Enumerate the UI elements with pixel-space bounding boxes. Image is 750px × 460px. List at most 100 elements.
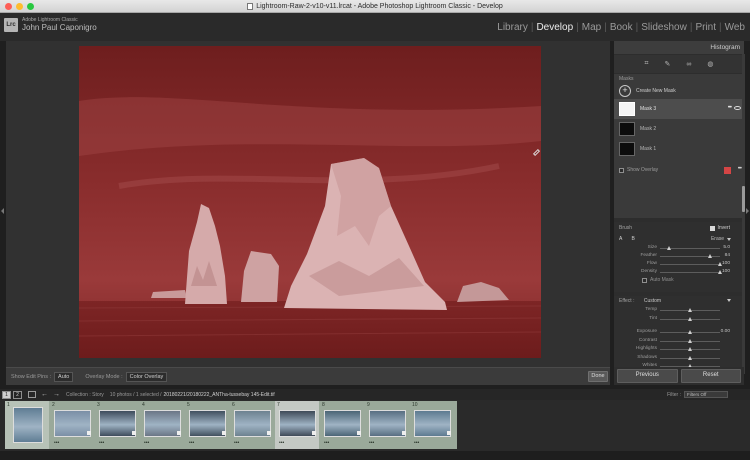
grid-view-icon[interactable] — [28, 391, 36, 398]
secondary-window-button[interactable]: 2 — [13, 390, 22, 399]
selected-filename[interactable]: 20180221/20180222_ANTha-tussebay 145-Edi… — [164, 392, 275, 398]
slider-feather[interactable]: Feather 84 — [614, 252, 744, 260]
slider-value[interactable]: 84 — [725, 253, 730, 258]
slider-size[interactable]: Size 5.0 — [614, 244, 744, 252]
mask-item[interactable]: Mask 3 ••• — [614, 99, 744, 119]
thumbnail-image[interactable] — [234, 410, 271, 437]
erase-button[interactable]: Erase — [711, 235, 724, 244]
masking-tool-icon[interactable]: ◍ — [707, 60, 713, 68]
healing-tool-icon[interactable]: ✎ — [664, 60, 670, 68]
previous-button[interactable]: Previous — [617, 369, 678, 383]
slider-track[interactable] — [660, 355, 720, 360]
thumbnail-image[interactable] — [13, 407, 43, 443]
module-print[interactable]: Print — [694, 22, 717, 33]
reset-button[interactable]: Reset — [680, 369, 741, 383]
filmstrip-thumbnail[interactable]: 5 ••• — [185, 401, 229, 449]
filter-dropdown[interactable]: Filters Off — [684, 391, 728, 398]
photo-with-mask-overlay[interactable] — [79, 46, 541, 358]
slider-thumb[interactable] — [687, 308, 692, 312]
module-book[interactable]: Book — [609, 22, 634, 33]
thumbnail-image[interactable] — [324, 410, 361, 437]
filmstrip-thumbnail[interactable]: 10 ••• — [410, 401, 454, 449]
module-map[interactable]: Map — [581, 22, 602, 33]
thumbnail-image[interactable] — [279, 410, 316, 437]
slider-shadows[interactable]: Shadows — [614, 354, 744, 363]
minimize-window-button[interactable] — [16, 3, 23, 10]
image-canvas[interactable] — [6, 41, 610, 367]
slider-thumb[interactable] — [687, 355, 692, 360]
overlay-color-swatch[interactable] — [724, 167, 731, 174]
auto-mask-checkbox[interactable] — [642, 278, 647, 283]
right-panel-scrollbar[interactable] — [742, 54, 745, 374]
mask-item[interactable]: Mask 2 — [614, 119, 744, 139]
filmstrip-thumbnail[interactable]: 6 ••• — [230, 401, 274, 449]
filmstrip-thumbnail[interactable]: 3 ••• — [95, 401, 139, 449]
thumbnail-image[interactable] — [189, 410, 226, 437]
thumbnail-image[interactable] — [414, 410, 451, 437]
slider-exposure[interactable]: Exposure 0.00 — [614, 328, 744, 337]
left-panel-toggle-icon[interactable] — [1, 208, 4, 214]
brush-options-chevron-icon[interactable] — [727, 238, 731, 241]
slider-thumb[interactable] — [687, 330, 692, 334]
forward-arrow-icon[interactable]: → — [53, 391, 60, 398]
show-edit-pins-dropdown[interactable]: Auto — [54, 371, 74, 382]
slider-track[interactable] — [660, 330, 720, 334]
thumbnail-image[interactable] — [54, 410, 91, 437]
red-eye-tool-icon[interactable]: ∞ — [686, 61, 691, 68]
filmstrip-thumbnail[interactable]: 9 ••• — [365, 401, 409, 449]
slider-value[interactable]: 0.00 — [721, 329, 730, 334]
effect-chevron-icon[interactable] — [727, 299, 731, 302]
brush-b-button[interactable]: B — [631, 236, 634, 242]
module-library[interactable]: Library — [496, 22, 529, 33]
collection-label[interactable]: Collection : Story — [66, 392, 104, 398]
slider-value[interactable]: 100 — [722, 261, 730, 266]
overlay-options-icon[interactable]: ••• — [738, 166, 742, 172]
brush-a-button[interactable]: A — [619, 236, 622, 242]
invert-checkbox[interactable] — [710, 226, 716, 231]
visibility-eye-icon[interactable] — [734, 106, 741, 110]
slider-track[interactable] — [660, 308, 720, 312]
slider-thumb[interactable] — [687, 316, 692, 321]
slider-temp[interactable]: Temp — [614, 306, 744, 315]
module-web[interactable]: Web — [724, 22, 746, 33]
thumbnail-image[interactable] — [99, 410, 136, 437]
slider-tint[interactable]: Tint — [614, 315, 744, 324]
thumbnail-image[interactable] — [369, 410, 406, 437]
close-window-button[interactable] — [5, 3, 12, 10]
done-button[interactable]: Done — [588, 371, 608, 382]
slider-track[interactable] — [660, 254, 720, 258]
mask-item[interactable]: Mask 1 — [614, 139, 744, 159]
back-arrow-icon[interactable]: ← — [41, 391, 48, 398]
slider-thumb[interactable] — [687, 338, 692, 343]
module-slideshow[interactable]: Slideshow — [640, 22, 688, 33]
slider-contrast[interactable]: Contrast — [614, 337, 744, 346]
slider-track[interactable] — [660, 338, 720, 343]
slider-density[interactable]: Density 100 — [614, 268, 744, 276]
module-develop[interactable]: Develop — [535, 22, 574, 33]
filmstrip-thumbnail[interactable]: 4 ••• — [140, 401, 184, 449]
filmstrip-thumbnail[interactable]: 2 ••• — [50, 401, 94, 449]
show-overlay-checkbox[interactable] — [619, 167, 624, 173]
overlay-mode-dropdown[interactable]: Color Overlay — [125, 371, 168, 382]
histogram-header[interactable]: Histogram — [614, 41, 744, 54]
slider-value[interactable]: 5.0 — [723, 245, 730, 250]
slider-highlights[interactable]: Highlights — [614, 345, 744, 354]
slider-track[interactable] — [660, 246, 720, 250]
slider-track[interactable] — [660, 316, 720, 321]
slider-flow[interactable]: Flow 100 — [614, 260, 744, 268]
filmstrip-thumbnail[interactable]: 1 — [5, 401, 49, 449]
main-window-button[interactable]: 1 — [2, 390, 11, 399]
filmstrip-thumbnail[interactable]: 7 ••• — [275, 401, 319, 449]
slider-track[interactable] — [660, 347, 720, 351]
scrollbar-thumb[interactable] — [742, 186, 745, 212]
zoom-window-button[interactable] — [27, 3, 34, 10]
thumbnail-image[interactable] — [144, 410, 181, 437]
slider-thumb[interactable] — [666, 246, 671, 250]
slider-thumb[interactable] — [717, 262, 722, 266]
right-panel-toggle-icon[interactable] — [746, 208, 749, 214]
slider-thumb[interactable] — [687, 347, 692, 351]
filmstrip-thumbnail[interactable]: 8 ••• — [320, 401, 364, 449]
slider-value[interactable]: 100 — [722, 269, 730, 274]
more-options-icon[interactable]: ••• — [728, 105, 732, 111]
invert-toggle[interactable]: Invert — [710, 222, 730, 235]
